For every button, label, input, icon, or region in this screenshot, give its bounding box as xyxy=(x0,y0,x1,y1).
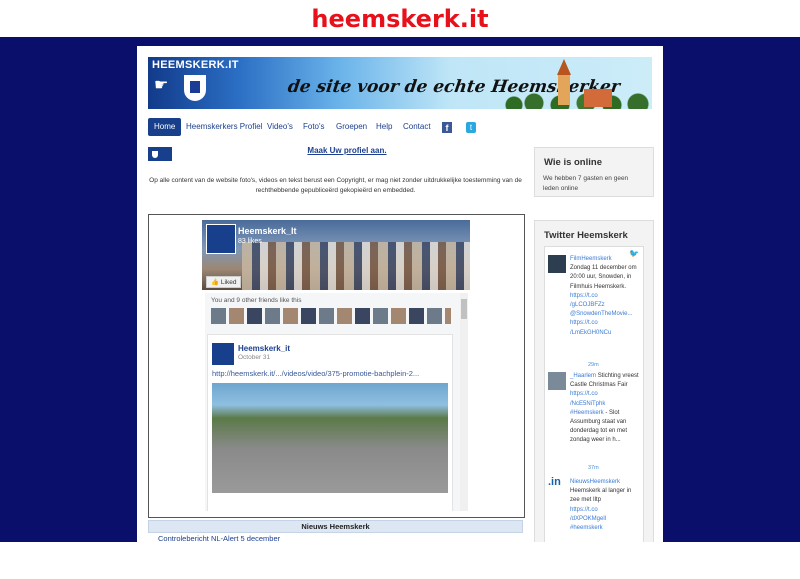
trees-illustration xyxy=(504,93,652,109)
liked-label: Liked xyxy=(220,279,237,286)
cover-photo xyxy=(242,242,470,290)
tweet-link[interactable]: /LmEkGH0NCu xyxy=(570,330,611,336)
pointer-hand-icon: ☛ xyxy=(154,77,169,94)
nav-contact[interactable]: Contact xyxy=(403,118,431,136)
friend-avatars[interactable] xyxy=(211,308,451,324)
feed-scrollbar[interactable] xyxy=(460,293,468,511)
tweet-text: Zondag 11 december om 20:00 uur, Snowden… xyxy=(570,265,637,290)
tweet-hashtag[interactable]: #Heemskerk xyxy=(570,410,604,416)
nav-heemskerkers-profiel[interactable]: Heemskerkers Profiel xyxy=(186,118,262,136)
facebook-post: Heemskerk_it October 31 http://heemskerk… xyxy=(207,334,453,511)
facebook-widget: Heemskerk_It 83 likes 👍 Liked You and 9 … xyxy=(148,214,525,518)
facebook-likes-count: 83 likes xyxy=(238,238,262,245)
thumb-icon: 👍 xyxy=(211,279,221,286)
who-online-text: We hebben 7 gasten en geen leden online xyxy=(543,175,629,192)
mini-logo-icon xyxy=(148,147,172,161)
twitter-timeline: 🐦 FilmHeemskerk Zondag 11 december om 20… xyxy=(544,246,644,542)
tweet-user[interactable]: FilmHeemskerk xyxy=(570,256,612,262)
nav-fotos[interactable]: Foto's xyxy=(303,118,325,136)
tweet-link[interactable]: https://t.co xyxy=(570,320,598,326)
who-online-panel: Wie is online We hebben 7 gasten en geen… xyxy=(534,147,654,197)
news-header: Nieuws Heemskerk xyxy=(148,520,523,533)
facebook-icon[interactable]: f xyxy=(442,122,452,133)
banner-logo-text: HEEMSKERK.IT xyxy=(152,59,239,71)
house-illustration xyxy=(584,89,612,107)
tweet-hashtag[interactable]: #heemskerk xyxy=(570,525,603,531)
twitter-icon[interactable]: t xyxy=(466,122,476,133)
site-banner[interactable]: HEEMSKERK.IT ☛ de site voor de echte Hee… xyxy=(148,57,652,109)
tweet-link[interactable]: https://t.co xyxy=(570,391,598,397)
copyright-notice: Op alle content van de website foto's, v… xyxy=(149,177,522,194)
facebook-page-name[interactable]: Heemskerk_It xyxy=(238,226,297,236)
tweet-user[interactable]: NieuwsHeemskerk xyxy=(570,479,620,485)
main-nav: Home Heemskerkers Profiel Video's Foto's… xyxy=(148,118,652,138)
post-link[interactable]: http://heemskerk.it/.../videos/video/375… xyxy=(212,369,419,378)
site-title: heemskerk.it xyxy=(311,5,489,33)
tweet-time[interactable]: 29m xyxy=(588,361,599,370)
scrollbar-thumb[interactable] xyxy=(461,299,467,319)
friends-like-text: You and 9 other friends like this xyxy=(211,297,302,304)
tweet-text: Heemskerk al langer in zee met Iltp xyxy=(570,488,632,504)
post-author-avatar[interactable] xyxy=(212,343,234,365)
tweet-link[interactable]: /NcE5NiTphk xyxy=(570,401,605,407)
tweet-user[interactable]: _Haarlem xyxy=(570,373,596,379)
post-author[interactable]: Heemskerk_it xyxy=(238,344,290,353)
tweet: _Haarlem Stichting vreest Castle Christm… xyxy=(548,372,640,472)
news-item[interactable]: Controlebericht NL-Alert 5 december xyxy=(148,533,523,542)
facebook-cover[interactable]: Heemskerk_It 83 likes 👍 Liked xyxy=(202,220,470,290)
tweet-link[interactable]: https://t.co xyxy=(570,507,598,513)
facebook-page-avatar[interactable] xyxy=(206,224,236,254)
tweet-link[interactable]: /gLCOJBFZz xyxy=(570,302,605,308)
tweet-link[interactable]: /dXPOKMgell xyxy=(570,516,606,522)
tweet-mention[interactable]: @SnowdenTheMovie... xyxy=(570,311,632,317)
facebook-feed: You and 9 other friends like this Heemsk… xyxy=(205,293,460,511)
content-card: HEEMSKERK.IT ☛ de site voor de echte Hee… xyxy=(137,46,663,542)
news-section: Nieuws Heemskerk Controlebericht NL-Aler… xyxy=(148,520,523,542)
tweet: FilmHeemskerk Zondag 11 december om 20:0… xyxy=(548,255,640,370)
linkedin-icon[interactable]: .in xyxy=(548,477,566,496)
tweet-avatar[interactable] xyxy=(548,372,566,390)
nav-videos[interactable]: Video's xyxy=(267,118,293,136)
facebook-liked-button[interactable]: 👍 Liked xyxy=(206,276,242,288)
tweet-link[interactable]: https://t.co xyxy=(570,293,598,299)
church-tower-illustration xyxy=(554,59,574,109)
tweet: .in NieuwsHeemskerk Heemskerk al langer … xyxy=(548,477,640,542)
tweet-avatar[interactable] xyxy=(548,255,566,273)
tweet-time[interactable]: 37m xyxy=(588,464,599,473)
nav-help[interactable]: Help xyxy=(376,118,392,136)
create-profile-link[interactable]: Maak Uw profiel aan. xyxy=(197,146,497,155)
post-photo[interactable] xyxy=(212,383,448,493)
twitter-title: Twitter Heemskerk xyxy=(544,230,628,241)
nav-home[interactable]: Home xyxy=(148,118,182,136)
who-online-title: Wie is online xyxy=(544,157,602,168)
nav-groepen[interactable]: Groepen xyxy=(336,118,367,136)
crest-icon xyxy=(184,75,206,101)
post-date[interactable]: October 31 xyxy=(238,354,270,361)
